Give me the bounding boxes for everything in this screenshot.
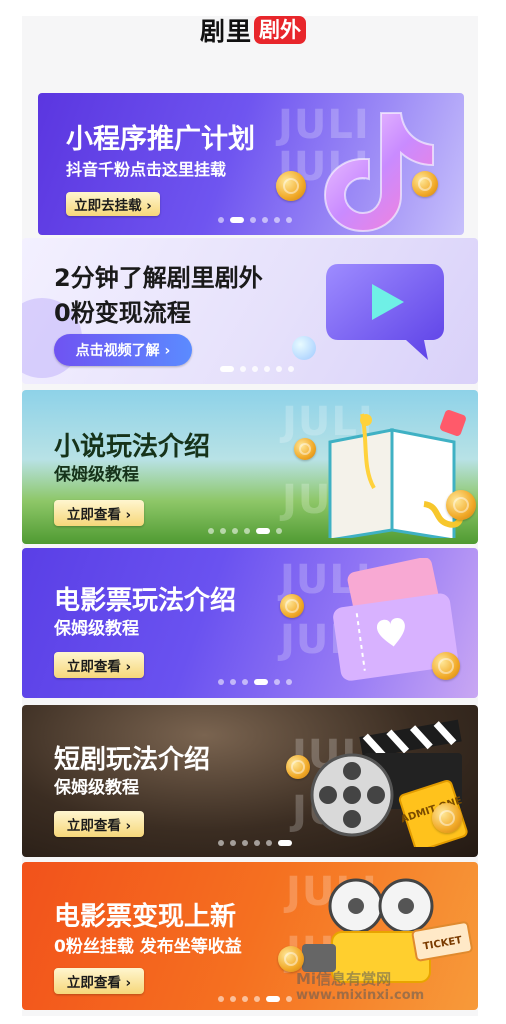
carousel-dot bbox=[250, 217, 256, 223]
coin-icon bbox=[294, 438, 316, 460]
banner-title: 小程序推广计划 bbox=[66, 124, 255, 155]
view-now-button[interactable]: 立即查看 › bbox=[54, 500, 144, 526]
site-watermark-name: Mi信息有赏网 bbox=[296, 970, 392, 988]
carousel-dot-active bbox=[256, 528, 270, 534]
carousel-dot bbox=[218, 679, 224, 685]
carousel-dot bbox=[218, 840, 224, 846]
app-logo: 剧里 剧外 bbox=[200, 12, 306, 48]
mount-now-button[interactable]: 立即去挂载 › bbox=[66, 192, 160, 216]
carousel-dot bbox=[242, 996, 248, 1002]
coin-icon bbox=[280, 594, 304, 618]
banner-movie-ticket-guide[interactable]: JULI JULI 电影票玩法介绍 保姆级教程 立即查看 › bbox=[22, 548, 478, 698]
carousel-dot bbox=[240, 366, 246, 372]
carousel-dot bbox=[242, 679, 248, 685]
carousel-dot bbox=[274, 679, 280, 685]
carousel-dots bbox=[218, 996, 292, 1002]
watch-video-button[interactable]: 点击视频了解 › bbox=[54, 334, 192, 366]
coin-icon bbox=[286, 755, 310, 779]
coin-icon bbox=[276, 171, 306, 201]
carousel-dot bbox=[264, 366, 270, 372]
carousel-dot bbox=[218, 996, 224, 1002]
carousel-dots bbox=[218, 217, 292, 223]
carousel-dot bbox=[254, 840, 260, 846]
carousel-dot bbox=[262, 217, 268, 223]
banner-mini-program[interactable]: JULI JULI 小程序推广计划 抖音千粉点击这里挂载 立即去挂载 › bbox=[38, 93, 464, 235]
carousel-dot bbox=[208, 528, 214, 534]
carousel-dot bbox=[232, 528, 238, 534]
carousel-dot bbox=[286, 217, 292, 223]
coin-icon bbox=[412, 171, 438, 197]
banner-title: 2分钟了解剧里剧外 bbox=[54, 264, 263, 292]
carousel-dot bbox=[286, 996, 292, 1002]
carousel-dot bbox=[230, 996, 236, 1002]
banner-title: 电影票玩法介绍 bbox=[54, 586, 237, 616]
carousel-dots bbox=[218, 840, 292, 846]
banner-intro-video[interactable]: 2分钟了解剧里剧外 0粉变现流程 点击视频了解 › bbox=[22, 238, 478, 384]
carousel-dot-active bbox=[220, 366, 234, 372]
carousel-dot bbox=[266, 840, 272, 846]
coin-icon bbox=[432, 652, 460, 680]
banner-title: 小说玩法介绍 bbox=[54, 432, 211, 462]
carousel-dots bbox=[220, 366, 294, 372]
carousel-dot bbox=[242, 840, 248, 846]
banner-short-drama-guide[interactable]: JULI JULI ADMIT ONE 短剧玩法介绍 保姆级教程 立即查看 › bbox=[22, 705, 478, 857]
carousel-dot-active bbox=[278, 840, 292, 846]
view-now-button[interactable]: 立即查看 › bbox=[54, 968, 144, 994]
banner-title: 短剧玩法介绍 bbox=[54, 745, 211, 775]
carousel-dot bbox=[218, 217, 224, 223]
carousel-dot bbox=[252, 366, 258, 372]
carousel-dot bbox=[230, 840, 236, 846]
coin-icon bbox=[446, 490, 476, 520]
carousel-dot bbox=[276, 528, 282, 534]
logo-text: 剧里 bbox=[199, 17, 252, 46]
carousel-dot bbox=[230, 679, 236, 685]
banner-subtitle: 保姆级教程 bbox=[54, 465, 139, 485]
carousel-dot-active bbox=[266, 996, 280, 1002]
carousel-dot-active bbox=[230, 217, 244, 223]
play-video-icon bbox=[326, 264, 444, 360]
carousel-dot bbox=[286, 679, 292, 685]
decor-bubble bbox=[292, 336, 316, 360]
view-now-button[interactable]: 立即查看 › bbox=[54, 652, 144, 678]
carousel-dot bbox=[274, 217, 280, 223]
carousel-dots bbox=[218, 679, 292, 685]
coin-icon bbox=[432, 803, 462, 833]
douyin-logo-icon bbox=[323, 112, 434, 233]
banner-subtitle: 保姆级教程 bbox=[54, 778, 139, 798]
site-watermark-url: www.mixinxi.com bbox=[296, 988, 425, 1003]
carousel-dot bbox=[276, 366, 282, 372]
carousel-dot bbox=[244, 528, 250, 534]
banner-title: 电影票变现上新 bbox=[54, 902, 237, 932]
view-now-button[interactable]: 立即查看 › bbox=[54, 811, 144, 837]
carousel-dot bbox=[254, 996, 260, 1002]
carousel-dot bbox=[220, 528, 226, 534]
app-header: 剧里 剧外 bbox=[0, 0, 506, 60]
banner-subtitle: 0粉变现流程 bbox=[54, 299, 191, 327]
banner-novel-guide[interactable]: JULI JULI 小说玩法介绍 保姆级教程 立即查看 › bbox=[22, 390, 478, 544]
banner-subtitle: 0粉丝挂载 发布坐等收益 bbox=[54, 937, 242, 957]
carousel-dots bbox=[208, 528, 282, 534]
banner-subtitle: 抖音千粉点击这里挂载 bbox=[66, 160, 227, 179]
logo-badge: 剧外 bbox=[254, 16, 306, 44]
carousel-dot-active bbox=[254, 679, 268, 685]
carousel-dot bbox=[288, 366, 294, 372]
banner-subtitle: 保姆级教程 bbox=[54, 619, 139, 639]
